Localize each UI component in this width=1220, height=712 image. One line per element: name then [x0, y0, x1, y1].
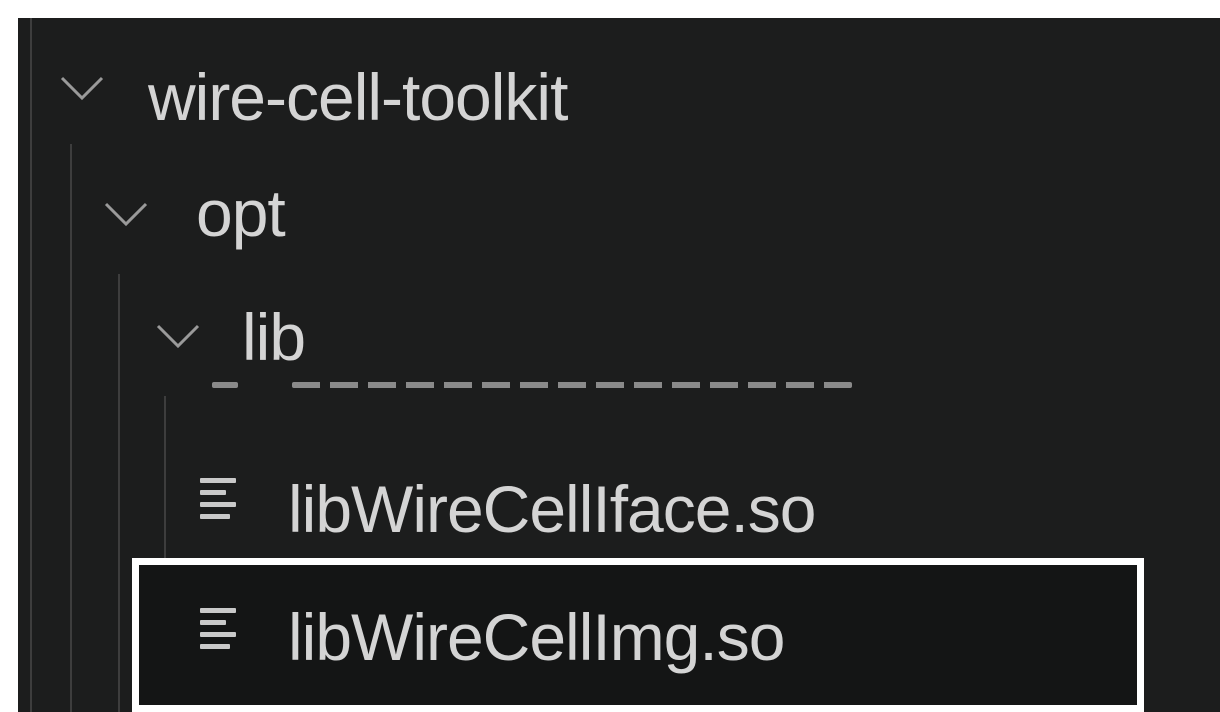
folder-label: opt [196, 176, 286, 250]
tree-item-opt[interactable]: opt [18, 150, 1220, 274]
tree-item-file[interactable]: libWireCellIface.so [18, 446, 1220, 570]
chevron-down-icon[interactable] [58, 74, 106, 102]
file-label: libWireCellImg.so [288, 600, 785, 674]
file-explorer-tree: wire-cell-toolkit opt lib libWireCellIfa… [18, 18, 1220, 712]
clipped-tree-item[interactable] [188, 366, 888, 392]
clipped-text [292, 382, 852, 388]
chevron-down-icon[interactable] [102, 200, 150, 228]
tree-item-file[interactable]: libWireCellImg.so [18, 574, 1220, 698]
file-label: libWireCellIface.so [288, 472, 816, 546]
folder-label: lib [242, 300, 306, 374]
folder-label: wire-cell-toolkit [148, 60, 568, 134]
clipped-file-icon [212, 382, 238, 388]
file-text-icon [200, 608, 240, 668]
chevron-down-icon[interactable] [154, 322, 202, 350]
file-text-icon [200, 478, 240, 538]
tree-item-wire-cell-toolkit[interactable]: wire-cell-toolkit [18, 26, 1220, 150]
